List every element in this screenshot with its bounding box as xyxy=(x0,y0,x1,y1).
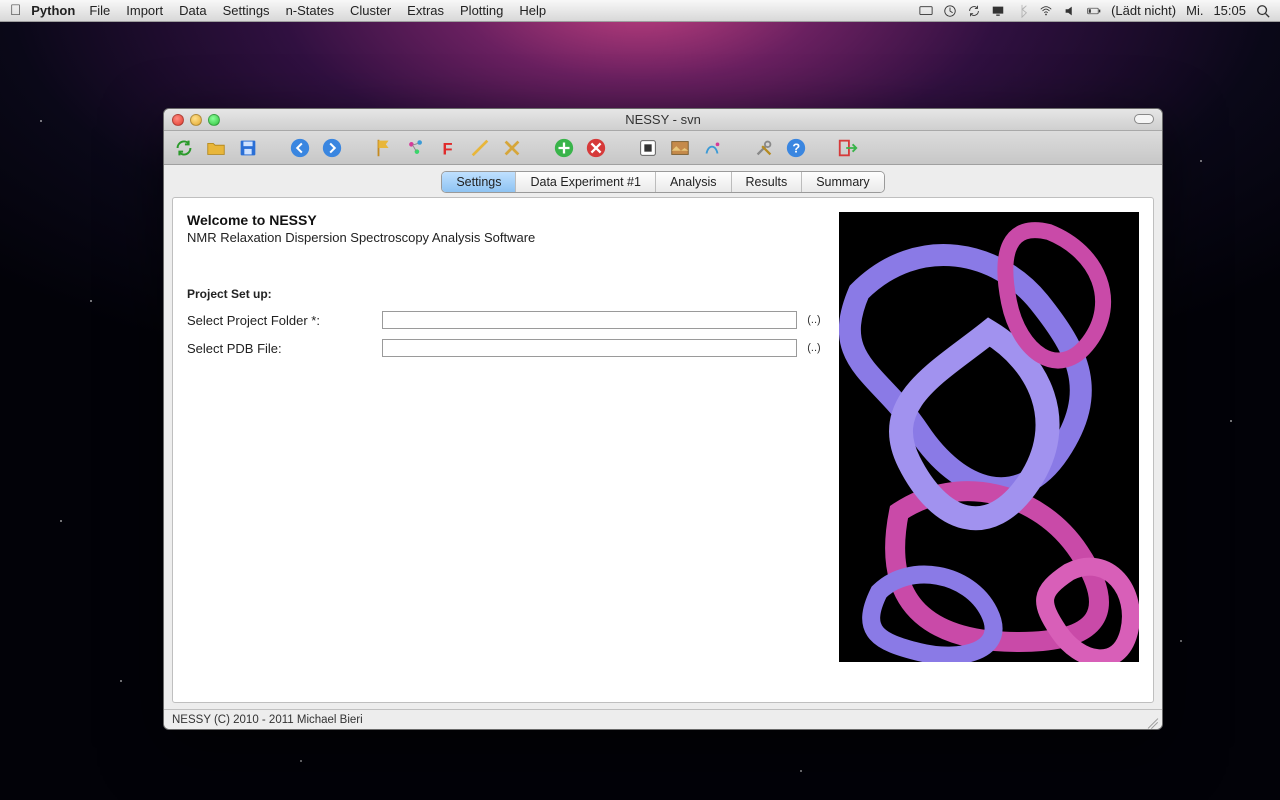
titlebar[interactable]: NESSY - svn xyxy=(164,109,1162,131)
menuextra-battery-icon[interactable] xyxy=(1087,4,1101,18)
toolbar-forward-icon[interactable] xyxy=(320,136,344,160)
toolbar-cross-icon[interactable] xyxy=(500,136,524,160)
tab-bar: Settings Data Experiment #1 Analysis Res… xyxy=(164,165,1162,193)
menu-data[interactable]: Data xyxy=(179,3,206,18)
app-window: NESSY - svn F ? Settings Data Experiment… xyxy=(163,108,1163,730)
toolbar-letter-f-icon[interactable]: F xyxy=(436,136,460,160)
apple-icon[interactable]:  xyxy=(10,2,21,19)
menu-plotting[interactable]: Plotting xyxy=(460,3,503,18)
window-title: NESSY - svn xyxy=(164,112,1162,127)
menu-cluster[interactable]: Cluster xyxy=(350,3,391,18)
menu-import[interactable]: Import xyxy=(126,3,163,18)
menuextra-sync-icon[interactable] xyxy=(967,4,981,18)
pdb-file-label: Select PDB File: xyxy=(187,341,382,356)
menu-extras[interactable]: Extras xyxy=(407,3,444,18)
status-bar: NESSY (C) 2010 - 2011 Michael Bieri xyxy=(164,709,1162,729)
protein-preview-image xyxy=(839,212,1139,662)
toolbar-tools-icon[interactable] xyxy=(752,136,776,160)
toolbar-add-icon[interactable] xyxy=(552,136,576,160)
menubar:  Python File Import Data Settings n-Sta… xyxy=(0,0,1280,22)
toolbar-picture-icon[interactable] xyxy=(668,136,692,160)
project-folder-input[interactable] xyxy=(382,311,797,329)
tab-settings[interactable]: Settings xyxy=(442,172,516,192)
menuextra-volume-icon[interactable] xyxy=(1063,4,1077,18)
menu-nstates[interactable]: n-States xyxy=(286,3,334,18)
menu-settings[interactable]: Settings xyxy=(223,3,270,18)
tab-data-experiment-1[interactable]: Data Experiment #1 xyxy=(516,172,655,192)
project-setup-heading: Project Set up: xyxy=(187,287,825,301)
svg-text:?: ? xyxy=(792,140,800,155)
menuextra-bluetooth-icon[interactable] xyxy=(1015,4,1029,18)
toolbar-help-icon[interactable]: ? xyxy=(784,136,808,160)
tab-results[interactable]: Results xyxy=(732,172,803,192)
menuextra-display-icon[interactable] xyxy=(919,4,933,18)
toolbar-back-icon[interactable] xyxy=(288,136,312,160)
toolbar-flag-icon[interactable] xyxy=(372,136,396,160)
menuextra-timemachine-icon[interactable] xyxy=(943,4,957,18)
menu-file[interactable]: File xyxy=(89,3,110,18)
toolbar-stop-icon[interactable] xyxy=(636,136,660,160)
toolbar-remove-icon[interactable] xyxy=(584,136,608,160)
toolbar-exit-icon[interactable] xyxy=(836,136,860,160)
resize-handle[interactable] xyxy=(1146,713,1160,727)
toolbar-save-icon[interactable] xyxy=(236,136,260,160)
menuextra-wifi-icon[interactable] xyxy=(1039,4,1053,18)
pdb-file-browse-button[interactable]: (..) xyxy=(803,339,825,357)
toolbar-molecule-icon[interactable] xyxy=(404,136,428,160)
pdb-file-input[interactable] xyxy=(382,339,797,357)
svg-text:F: F xyxy=(443,140,453,158)
tab-analysis[interactable]: Analysis xyxy=(656,172,732,192)
menu-help[interactable]: Help xyxy=(519,3,546,18)
toolbar: F ? xyxy=(164,131,1162,165)
welcome-heading: Welcome to NESSY xyxy=(187,212,825,228)
tab-summary[interactable]: Summary xyxy=(802,172,883,192)
menuextra-screen-icon[interactable] xyxy=(991,4,1005,18)
menuextra-clock-time[interactable]: 15:05 xyxy=(1213,3,1246,18)
toolbar-open-folder-icon[interactable] xyxy=(204,136,228,160)
toolbar-structure-icon[interactable] xyxy=(700,136,724,160)
menuextra-spotlight-icon[interactable] xyxy=(1256,4,1270,18)
menu-app-name[interactable]: Python xyxy=(31,3,75,18)
content-panel: Welcome to NESSY NMR Relaxation Dispersi… xyxy=(172,197,1154,703)
menuextra-battery-label: (Lädt nicht) xyxy=(1111,3,1176,18)
project-folder-label: Select Project Folder *: xyxy=(187,313,382,328)
status-text: NESSY (C) 2010 - 2011 Michael Bieri xyxy=(172,714,363,726)
toolbar-line-icon[interactable] xyxy=(468,136,492,160)
welcome-subtitle: NMR Relaxation Dispersion Spectroscopy A… xyxy=(187,230,825,245)
toolbar-refresh-icon[interactable] xyxy=(172,136,196,160)
menuextra-clock-day[interactable]: Mi. xyxy=(1186,3,1203,18)
toolbar-pill-button[interactable] xyxy=(1134,114,1154,124)
project-folder-browse-button[interactable]: (..) xyxy=(803,311,825,329)
